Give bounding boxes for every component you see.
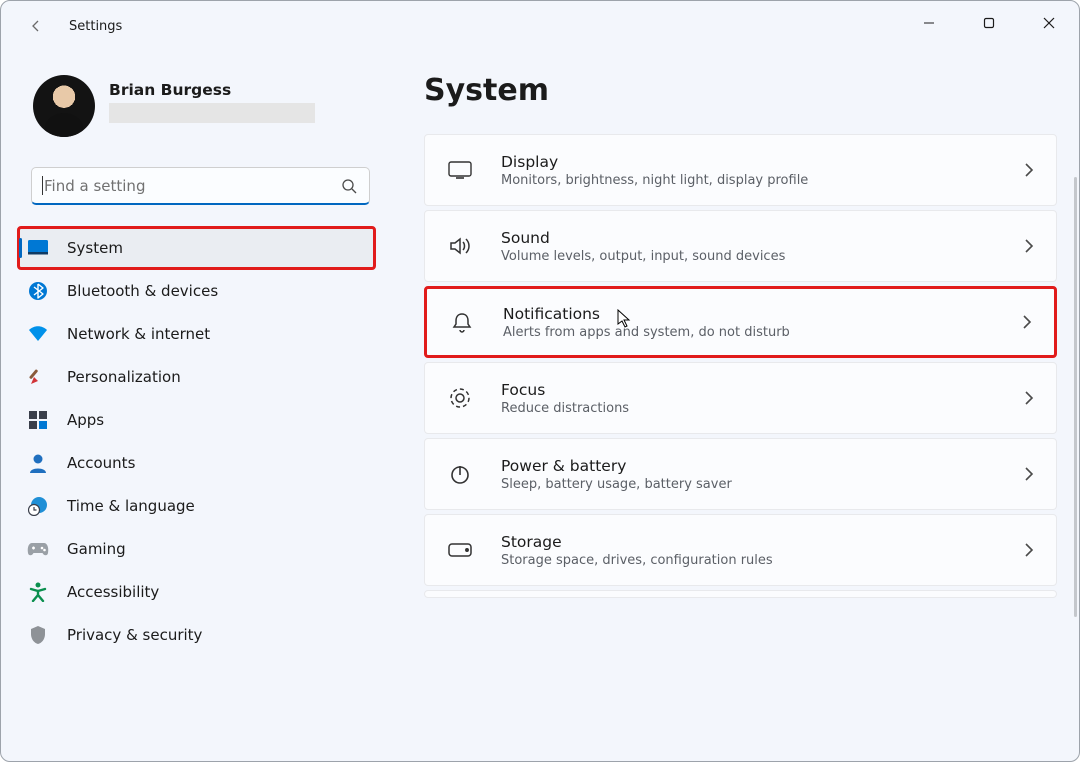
body: Brian Burgess System (1, 51, 1079, 761)
app-title: Settings (69, 19, 122, 34)
arrow-left-icon (28, 18, 44, 34)
settings-list: Display Monitors, brightness, night ligh… (424, 134, 1057, 598)
sidebar-item-system[interactable]: System (19, 228, 374, 268)
page-title: System (424, 73, 1057, 108)
avatar (33, 75, 95, 137)
card-title: Storage (501, 533, 996, 551)
card-storage[interactable]: Storage Storage space, drives, configura… (424, 514, 1057, 586)
sidebar-item-label: Privacy & security (67, 626, 202, 644)
profile-name: Brian Burgess (109, 81, 315, 99)
card-subtitle: Monitors, brightness, night light, displ… (501, 173, 996, 188)
title-bar: Settings (1, 1, 1079, 51)
accessibility-icon (27, 581, 49, 603)
globe-clock-icon (27, 495, 49, 517)
scrollbar[interactable] (1074, 177, 1077, 617)
card-title: Display (501, 153, 996, 171)
chevron-right-icon (1024, 238, 1034, 254)
sidebar-item-label: Accounts (67, 454, 135, 472)
chevron-right-icon (1024, 542, 1034, 558)
sidebar-item-label: Time & language (67, 497, 195, 515)
settings-window: Settings Brian Burgess (0, 0, 1080, 762)
sidebar-item-personalization[interactable]: Personalization (19, 357, 374, 397)
minimize-icon (923, 17, 935, 29)
minimize-button[interactable] (899, 1, 959, 45)
chevron-right-icon (1022, 314, 1032, 330)
wifi-icon (27, 323, 49, 345)
card-subtitle: Alerts from apps and system, do not dist… (503, 325, 994, 340)
search-input[interactable] (44, 177, 329, 195)
sound-icon (447, 236, 473, 256)
sidebar-item-label: Accessibility (67, 583, 159, 601)
card-subtitle: Reduce distractions (501, 401, 996, 416)
sidebar-item-label: Personalization (67, 368, 181, 386)
card-title: Power & battery (501, 457, 996, 475)
card-notifications[interactable]: Notifications Alerts from apps and syste… (424, 286, 1057, 358)
search-icon (341, 178, 357, 194)
card-subtitle: Volume levels, output, input, sound devi… (501, 249, 996, 264)
gamepad-icon (27, 538, 49, 560)
back-button[interactable] (21, 11, 51, 41)
chevron-right-icon (1024, 466, 1034, 482)
card-power[interactable]: Power & battery Sleep, battery usage, ba… (424, 438, 1057, 510)
text-caret (42, 176, 43, 195)
sidebar-nav: System Bluetooth & devices Network & int… (1, 219, 386, 655)
sidebar-item-label: System (67, 239, 123, 257)
maximize-button[interactable] (959, 1, 1019, 45)
sidebar-item-accessibility[interactable]: Accessibility (19, 572, 374, 612)
sidebar: Brian Burgess System (1, 51, 386, 761)
power-icon (447, 463, 473, 485)
window-controls (899, 1, 1079, 45)
focus-icon (447, 387, 473, 409)
system-icon (27, 237, 49, 259)
person-icon (27, 452, 49, 474)
sidebar-item-network[interactable]: Network & internet (19, 314, 374, 354)
sidebar-item-privacy[interactable]: Privacy & security (19, 615, 374, 655)
close-icon (1043, 17, 1055, 29)
chevron-right-icon (1024, 162, 1034, 178)
display-icon (447, 161, 473, 179)
card-title: Notifications (503, 305, 994, 323)
sidebar-item-accounts[interactable]: Accounts (19, 443, 374, 483)
storage-icon (447, 543, 473, 557)
maximize-icon (983, 17, 995, 29)
profile-block[interactable]: Brian Burgess (1, 65, 386, 157)
chevron-right-icon (1024, 390, 1034, 406)
shield-icon (27, 624, 49, 646)
close-button[interactable] (1019, 1, 1079, 45)
card-title: Focus (501, 381, 996, 399)
sidebar-item-time-language[interactable]: Time & language (19, 486, 374, 526)
card-next-partial[interactable] (424, 590, 1057, 598)
sidebar-item-bluetooth[interactable]: Bluetooth & devices (19, 271, 374, 311)
profile-texts: Brian Burgess (109, 75, 315, 123)
card-subtitle: Sleep, battery usage, battery saver (501, 477, 996, 492)
card-subtitle: Storage space, drives, configuration rul… (501, 553, 996, 568)
bluetooth-icon (27, 280, 49, 302)
paintbrush-icon (27, 366, 49, 388)
sidebar-item-apps[interactable]: Apps (19, 400, 374, 440)
sidebar-item-label: Apps (67, 411, 104, 429)
card-display[interactable]: Display Monitors, brightness, night ligh… (424, 134, 1057, 206)
card-sound[interactable]: Sound Volume levels, output, input, soun… (424, 210, 1057, 282)
main-content: System Display Monitors, brightness, nig… (386, 51, 1079, 761)
sidebar-item-label: Bluetooth & devices (67, 282, 218, 300)
sidebar-item-label: Network & internet (67, 325, 210, 343)
profile-email-redacted (109, 103, 315, 123)
search-box[interactable] (31, 167, 370, 205)
card-focus[interactable]: Focus Reduce distractions (424, 362, 1057, 434)
sidebar-item-gaming[interactable]: Gaming (19, 529, 374, 569)
card-title: Sound (501, 229, 996, 247)
bell-icon (449, 311, 475, 333)
sidebar-item-label: Gaming (67, 540, 126, 558)
apps-icon (27, 409, 49, 431)
